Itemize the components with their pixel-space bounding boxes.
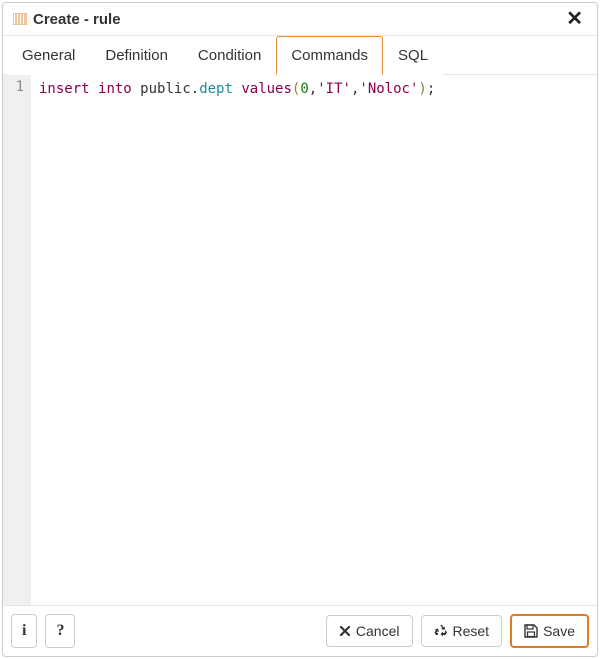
dialog-footer: i ? Cancel Reset xyxy=(3,605,597,656)
close-button[interactable]: ✕ xyxy=(562,9,587,29)
info-button[interactable]: i xyxy=(11,614,37,648)
tok-plain: public xyxy=(140,81,191,97)
help-button[interactable]: ? xyxy=(45,614,75,648)
tok-punct: , xyxy=(309,81,317,97)
save-label: Save xyxy=(543,623,575,639)
line-gutter: 1 xyxy=(3,75,31,605)
tok-number: 0 xyxy=(300,81,308,97)
rule-icon xyxy=(13,13,27,25)
tok-ident: dept xyxy=(199,81,233,97)
cancel-button[interactable]: Cancel xyxy=(326,615,413,647)
tab-bar: General Definition Condition Commands SQ… xyxy=(3,36,597,75)
save-button[interactable]: Save xyxy=(510,614,589,648)
save-icon xyxy=(524,624,538,638)
tab-condition[interactable]: Condition xyxy=(183,36,276,75)
tab-sql[interactable]: SQL xyxy=(383,36,443,75)
close-icon xyxy=(339,625,351,637)
tok-punct: . xyxy=(191,81,199,97)
titlebar: Create - rule ✕ xyxy=(3,3,597,36)
tok-string: 'IT' xyxy=(317,81,351,97)
reset-button[interactable]: Reset xyxy=(421,615,503,647)
tok-keyword: values xyxy=(241,81,292,97)
tok-keyword: insert xyxy=(39,81,90,97)
reset-label: Reset xyxy=(453,623,490,639)
code-editor[interactable]: 1 insert into public.dept values(0,'IT',… xyxy=(3,75,597,605)
tok-punct: ; xyxy=(427,81,435,97)
tok-paren: ) xyxy=(418,81,426,97)
cancel-label: Cancel xyxy=(356,623,400,639)
create-rule-dialog: Create - rule ✕ General Definition Condi… xyxy=(2,2,598,657)
dialog-title: Create - rule xyxy=(33,11,562,28)
tok-string: 'Noloc' xyxy=(359,81,418,97)
line-number: 1 xyxy=(3,79,24,95)
code-content[interactable]: insert into public.dept values(0,'IT','N… xyxy=(31,75,597,605)
tab-commands[interactable]: Commands xyxy=(276,36,383,75)
tab-general[interactable]: General xyxy=(7,36,90,75)
recycle-icon xyxy=(434,624,448,638)
tok-keyword: into xyxy=(98,81,132,97)
tab-definition[interactable]: Definition xyxy=(90,36,183,75)
